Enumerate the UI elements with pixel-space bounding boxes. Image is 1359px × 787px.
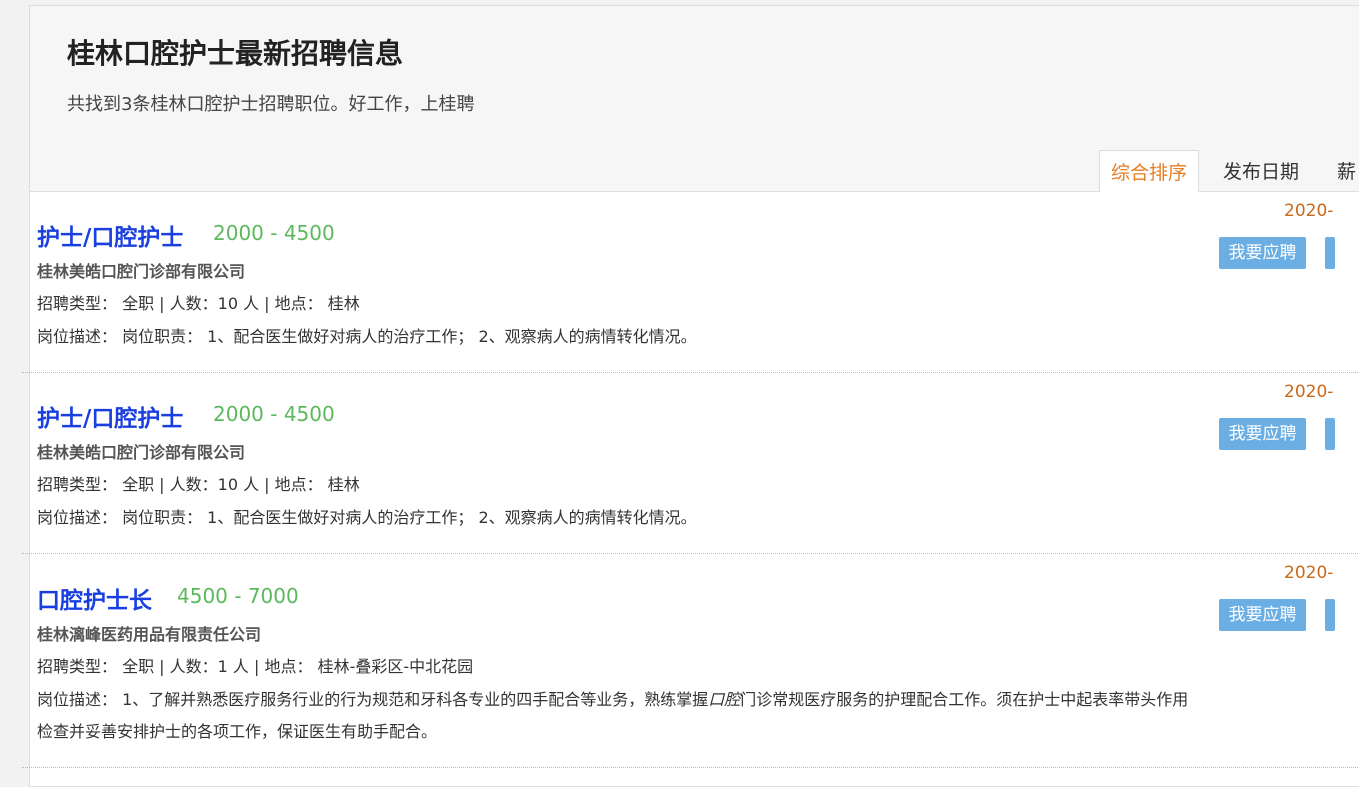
job-title-link[interactable]: 护士/口腔护士: [37, 218, 183, 252]
desc-text: 岗位描述： 1、了解并熟悉医疗服务行业的行为规范和牙科各专业的四手配合等业务，熟…: [37, 690, 709, 709]
job-salary: 2000 - 4500: [213, 402, 335, 426]
job-meta: 招聘类型： 全职 | 人数：10 人 | 地点： 桂林: [37, 475, 360, 494]
post-date: 2020-: [1284, 382, 1334, 402]
job-title-link[interactable]: 口腔护士长: [37, 581, 152, 615]
desc-highlight: 口腔: [708, 690, 741, 709]
post-date: 2020-: [1284, 201, 1334, 221]
job-meta: 招聘类型： 全职 | 人数：1 人 | 地点： 桂林-叠彩区-中北花园: [37, 657, 474, 676]
divider: [22, 767, 1359, 768]
secondary-action-button[interactable]: [1325, 418, 1335, 450]
job-description-line2: 检查并妥善安排护士的各项工作，保证医生有助手配合。: [37, 722, 438, 741]
job-meta: 招聘类型： 全职 | 人数：10 人 | 地点： 桂林: [37, 294, 360, 313]
job-description: 岗位描述： 1、了解并熟悉医疗服务行业的行为规范和牙科各专业的四手配合等业务，熟…: [37, 686, 1188, 710]
tab-comprehensive-sort[interactable]: 综合排序: [1099, 150, 1199, 193]
page-subtitle: 共找到3条桂林口腔护士招聘职位。好工作，上桂聘: [67, 94, 475, 115]
apply-button[interactable]: 我要应聘: [1219, 418, 1306, 450]
page-title: 桂林口腔护士最新招聘信息: [67, 37, 404, 70]
tab-salary[interactable]: 薪: [1337, 150, 1356, 191]
job-listing: 2020- 口腔护士长 4500 - 7000 我要应聘 桂林漓峰医药用品有限责…: [22, 554, 1359, 768]
job-listing: 2020- 护士/口腔护士 2000 - 4500 我要应聘 桂林美皓口腔门诊部…: [22, 373, 1359, 554]
tab-publish-date[interactable]: 发布日期: [1223, 150, 1299, 191]
company-name: 桂林美皓口腔门诊部有限公司: [37, 443, 246, 462]
apply-button[interactable]: 我要应聘: [1219, 237, 1306, 269]
desc-text: 门诊常规医疗服务的护理配合工作。须在护士中起表率带头作用: [740, 690, 1189, 709]
secondary-action-button[interactable]: [1325, 599, 1335, 631]
apply-button[interactable]: 我要应聘: [1219, 599, 1306, 631]
job-salary: 4500 - 7000: [177, 584, 299, 608]
company-name: 桂林美皓口腔门诊部有限公司: [37, 262, 246, 281]
job-title-link[interactable]: 护士/口腔护士: [37, 399, 183, 433]
job-listing: 2020- 护士/口腔护士 2000 - 4500 我要应聘 桂林美皓口腔门诊部…: [22, 192, 1359, 373]
secondary-action-button[interactable]: [1325, 237, 1335, 269]
job-description: 岗位描述： 岗位职责： 1、配合医生做好对病人的治疗工作； 2、观察病人的病情转…: [37, 508, 697, 527]
post-date: 2020-: [1284, 563, 1334, 583]
job-description: 岗位描述： 岗位职责： 1、配合医生做好对病人的治疗工作； 2、观察病人的病情转…: [37, 327, 697, 346]
company-name: 桂林漓峰医药用品有限责任公司: [37, 625, 262, 644]
job-salary: 2000 - 4500: [213, 221, 335, 245]
